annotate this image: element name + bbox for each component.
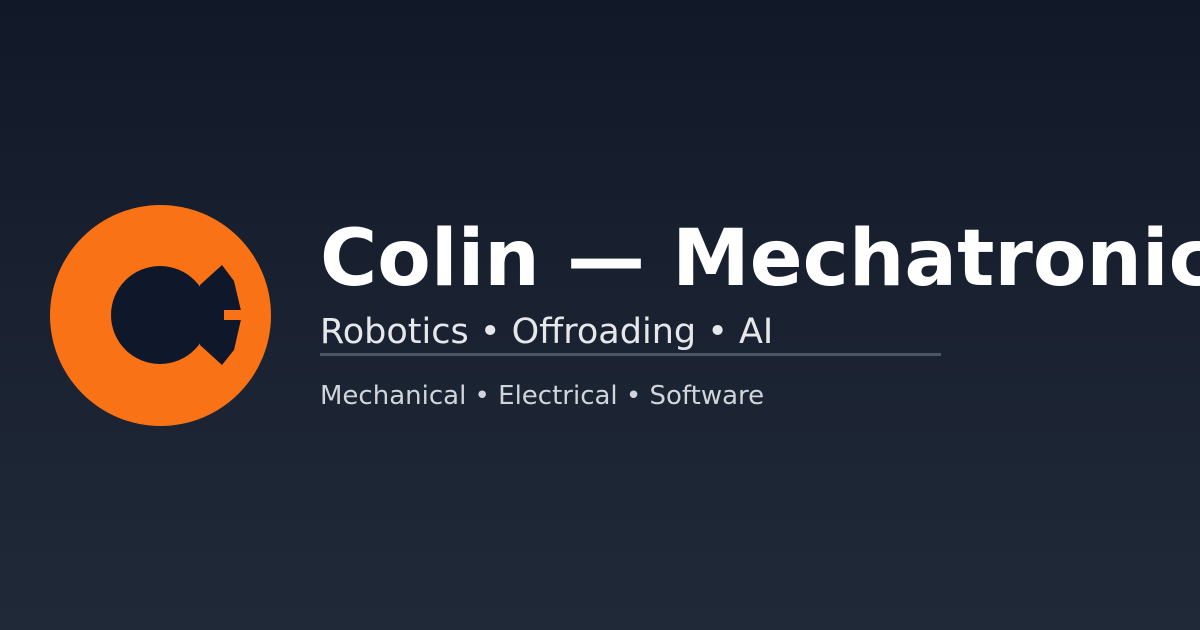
orange-ring-c-logo-icon xyxy=(50,205,271,426)
page-title: Colin — Mechatronic xyxy=(320,214,1200,304)
logo xyxy=(50,205,271,426)
tagline: Mechanical • Electrical • Software xyxy=(320,381,765,411)
subtitle: Robotics • Offroading • AI xyxy=(320,312,774,352)
text-block: Colin — Mechatronic Robotics • Offroadin… xyxy=(320,0,1200,630)
divider xyxy=(320,353,941,356)
